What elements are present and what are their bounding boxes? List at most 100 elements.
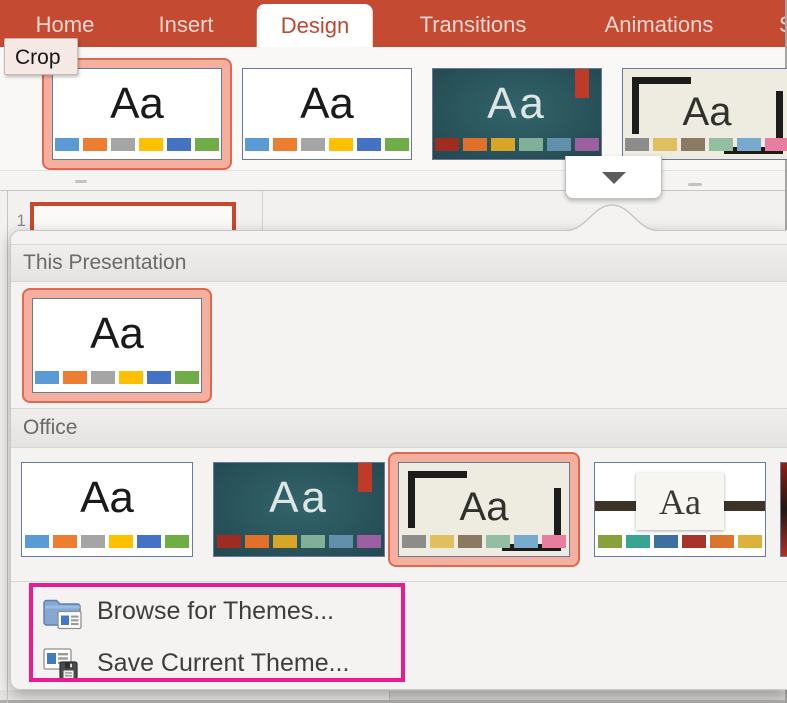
browse-for-themes-menu-item[interactable]: Browse for Themes... [41,588,334,634]
color-swatch [486,535,510,548]
color-swatch [625,138,649,151]
color-swatch [301,138,325,151]
color-swatch [167,138,191,151]
color-swatch [175,371,199,384]
ribbon-tab-bar: HomeInsertDesignTransitionsAnimationsS [0,0,787,47]
color-swatch [111,138,135,151]
theme-gallery-more-button[interactable] [565,156,662,199]
theme-tp-office[interactable]: Aa [32,298,202,393]
chevron-down-icon [602,172,626,184]
save-current-theme-menu-item[interactable]: Save Current Theme... [41,640,349,686]
theme-label: Aa [623,92,787,132]
color-swatch [514,535,538,548]
color-swatch [81,535,105,548]
theme-label: Aa [33,312,201,356]
color-swatch [147,371,171,384]
theme-ion-boardroom[interactable]: Aa [213,462,385,557]
theme-current-office[interactable]: Aa [52,68,222,160]
color-swatch [654,535,678,548]
browse-themes-icon [41,590,83,632]
color-swatch [542,535,566,548]
color-swatch [137,535,161,548]
color-swatch [519,138,543,151]
pane-resize-handle[interactable] [75,180,87,183]
color-swatch [53,535,77,548]
color-swatch [463,138,487,151]
color-swatch [55,138,79,151]
theme-ion-boardroom[interactable]: Aa [432,68,602,160]
color-swatch [245,535,269,548]
color-swatch [402,535,426,548]
color-swatch [139,138,163,151]
slide-number: 1 [10,211,26,231]
theme-label: Aa [399,487,569,527]
theme-label: Aa [53,82,221,126]
madison-bar [595,501,641,511]
crop-tooltip: Crop [4,38,78,75]
save-current-theme-label: Save Current Theme... [97,649,349,678]
ribbon-bottom-strip [0,170,787,191]
theme-label: Aa [433,82,601,126]
color-swatch [458,535,482,548]
save-theme-icon [41,642,83,684]
color-swatch [165,535,189,548]
themes-dropdown-panel: This Presentation Office Browse for Them… [10,230,787,690]
color-swatch [682,535,706,548]
browse-for-themes-label: Browse for Themes... [97,597,334,626]
color-swatch [765,138,787,151]
color-swatch [575,138,599,151]
color-swatch [245,138,269,151]
tab-insert[interactable]: Insert [158,0,213,47]
pane-resize-handle[interactable] [688,183,702,186]
color-swatch [357,535,381,548]
selected-theme-ring: Aa [388,452,580,567]
pane-left-edge [7,191,8,703]
color-swatch [91,371,115,384]
section-header-this-presentation: This Presentation [11,244,787,282]
theme-label: Aa [243,82,411,126]
color-swatch [385,138,409,151]
tab-animations[interactable]: Animations [605,0,714,47]
theme-frame[interactable]: Aa [622,68,787,160]
theme-label: Aa [214,476,384,520]
color-swatch [738,535,762,548]
tab-transitions[interactable]: Transitions [420,0,527,47]
color-swatch [217,535,241,548]
powerpoint-window: HomeInsertDesignTransitionsAnimationsS 1… [0,0,787,703]
color-swatch [273,138,297,151]
color-swatch [25,535,49,548]
color-swatch [329,535,353,548]
color-swatch [63,371,87,384]
color-swatch [119,371,143,384]
theme-madison[interactable]: Aa [594,462,766,557]
selected-theme-ring: Aa [22,288,212,403]
dropdown-pointer [566,203,658,231]
color-swatch [109,535,133,548]
color-swatch [329,138,353,151]
madison-bar [719,501,765,511]
color-swatch [598,535,622,548]
color-swatch [301,535,325,548]
color-swatch [35,371,59,384]
menu-divider [11,581,787,582]
color-swatch [737,138,761,151]
section-header-office: Office [11,408,787,448]
theme-office-white[interactable]: Aa [21,462,193,557]
theme-frame[interactable]: Aa [398,462,570,557]
color-swatch [681,138,705,151]
color-swatch [357,138,381,151]
tab-design[interactable]: Design [257,4,373,47]
color-swatch [653,138,677,151]
thumbnail-pane-divider [262,191,263,230]
color-swatch [710,535,734,548]
theme-partial-theme[interactable] [780,462,787,557]
theme-office-white[interactable]: Aa [242,68,412,160]
color-swatch [273,535,297,548]
color-swatch [430,535,454,548]
color-swatch [626,535,650,548]
color-swatch [709,138,733,151]
color-swatch [195,138,219,151]
color-swatch [547,138,571,151]
color-swatch [491,138,515,151]
theme-label: Aa [659,484,701,520]
